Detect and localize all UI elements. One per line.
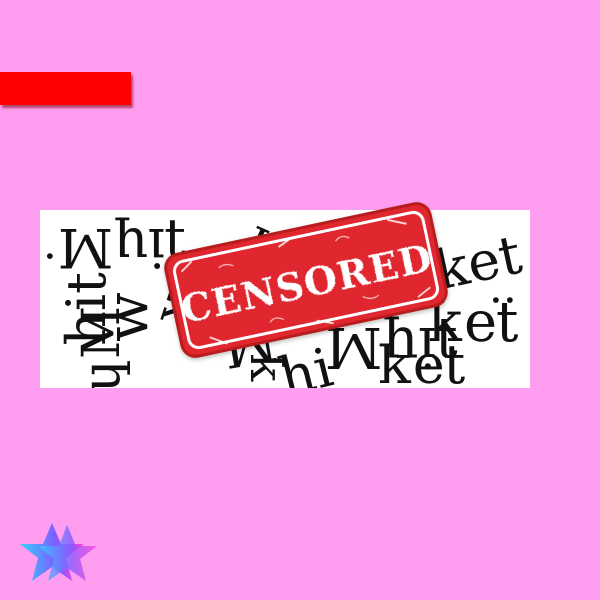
scrambled-text-fragment: ʇəʞ — [380, 342, 467, 388]
canvas: ʇiɥM ʞ ꟽ ɹəʇ ket hit ʍ ʞ M ʇiɥM ʇəʞ ʇiɥM… — [0, 0, 600, 600]
scrambled-text-fragment: ʇiɥM — [72, 305, 133, 388]
scrambled-text-fragment: : — [482, 292, 530, 308]
scrambled-text-fragment: ʞ — [231, 355, 286, 383]
star-icon — [18, 518, 98, 598]
red-bar — [0, 72, 131, 105]
scrambled-text-fragment: : — [40, 249, 73, 264]
